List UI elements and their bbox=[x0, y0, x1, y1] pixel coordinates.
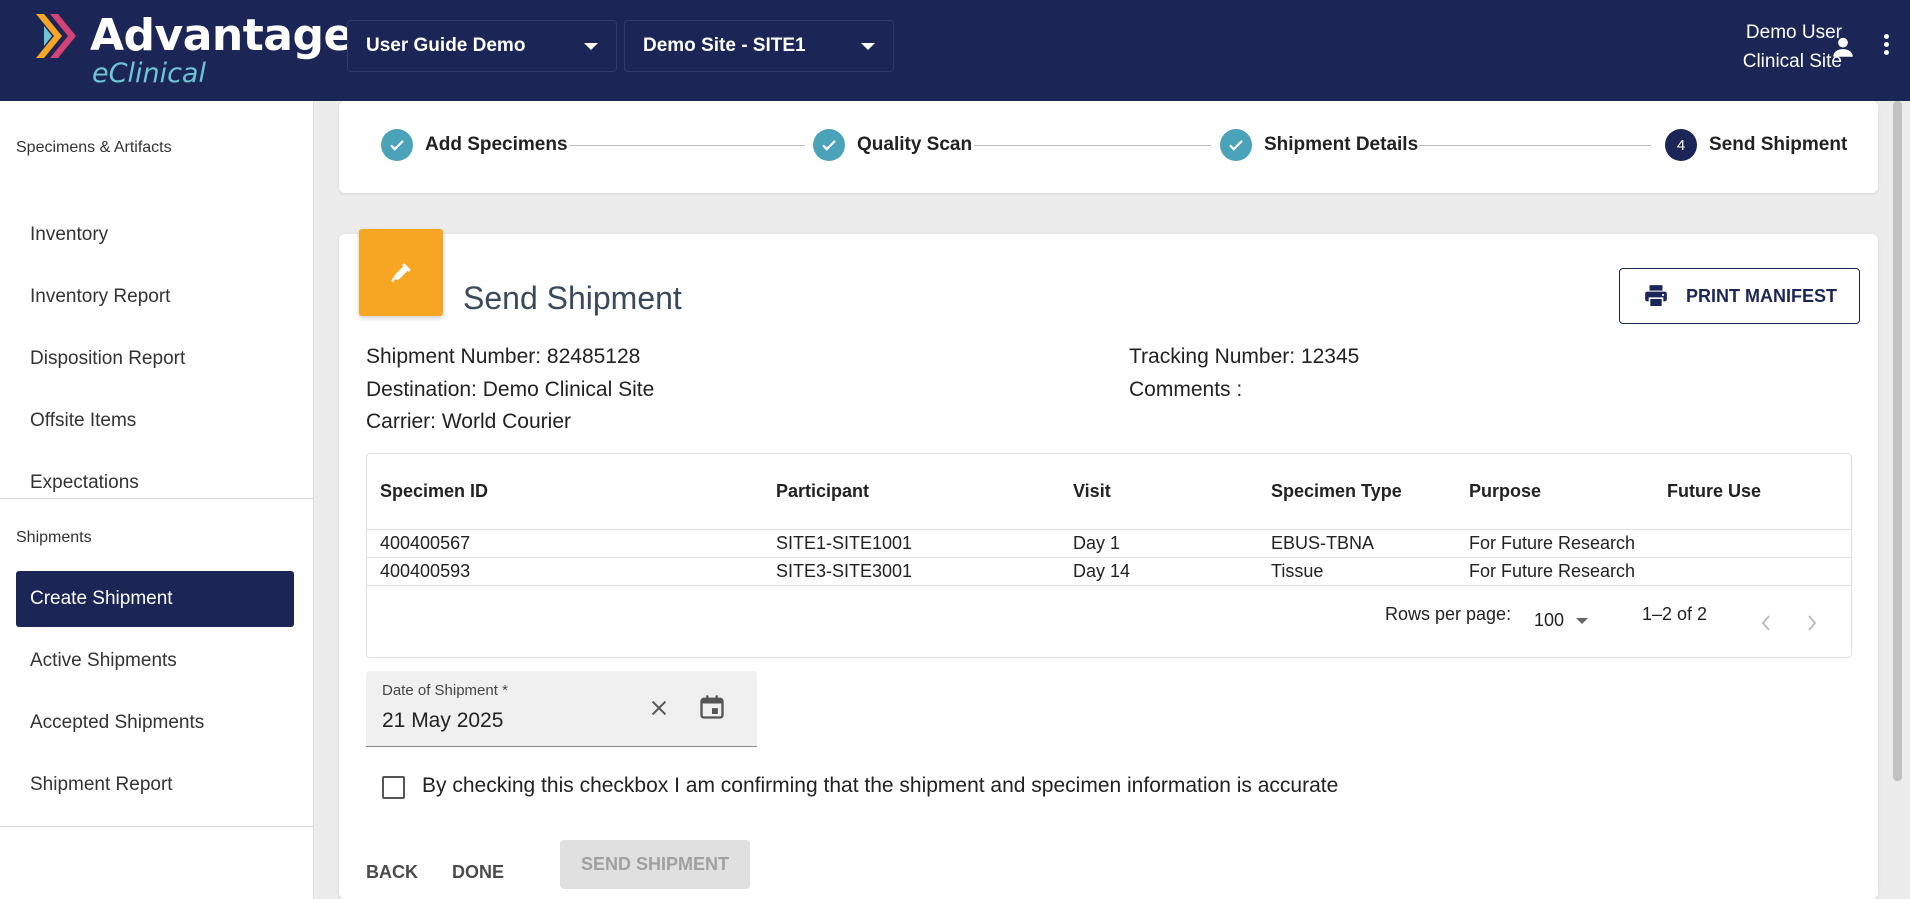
date-field-value: 21 May 2025 bbox=[382, 709, 504, 732]
sidebar-item-shipment-report[interactable]: Shipment Report bbox=[16, 757, 294, 813]
sidebar: Specimens & Artifacts Inventory Inventor… bbox=[0, 101, 314, 899]
close-icon[interactable] bbox=[648, 697, 670, 719]
printer-icon bbox=[1645, 285, 1667, 308]
sidebar-section-shipments: Shipments bbox=[16, 529, 92, 546]
cell-specimen-id: 400400567 bbox=[380, 533, 471, 553]
card-title: Send Shipment bbox=[463, 280, 682, 316]
study-select[interactable]: User Guide Demo bbox=[347, 20, 617, 72]
confirm-checkbox-label[interactable]: By checking this checkbox I am confirmin… bbox=[422, 774, 1338, 798]
cell-visit: Day 14 bbox=[1073, 561, 1131, 581]
step-label: Shipment Details bbox=[1264, 134, 1419, 155]
cell-purpose: For Future Research bbox=[1469, 561, 1636, 581]
check-icon bbox=[813, 129, 845, 161]
print-manifest-label: PRINT MANIFEST bbox=[1686, 285, 1837, 306]
step-connector bbox=[974, 145, 1211, 146]
date-field-label: Date of Shipment * bbox=[382, 682, 508, 699]
tracking-number: Tracking Number: 12345 bbox=[1129, 345, 1360, 368]
user-name: Demo User bbox=[1745, 22, 1842, 43]
sidebar-item-offsite-items[interactable]: Offsite Items bbox=[16, 393, 294, 449]
rows-per-page-select[interactable]: 100 bbox=[1534, 610, 1589, 631]
step-number: 4 bbox=[1665, 129, 1697, 161]
column-header-future-use[interactable]: Future Use bbox=[1667, 481, 1761, 502]
column-header-specimen-type[interactable]: Specimen Type bbox=[1271, 481, 1402, 502]
column-header-participant[interactable]: Participant bbox=[776, 481, 869, 502]
sidebar-item-accepted-shipments[interactable]: Accepted Shipments bbox=[16, 695, 294, 751]
step-quality-scan: Quality Scan bbox=[813, 129, 972, 161]
comments: Comments : bbox=[1129, 378, 1243, 401]
study-select-value: User Guide Demo bbox=[366, 35, 526, 56]
edit-icon bbox=[359, 229, 443, 316]
date-of-shipment-field[interactable]: Date of Shipment * 21 May 2025 bbox=[366, 671, 757, 747]
site-select[interactable]: Demo Site - SITE1 bbox=[624, 20, 894, 72]
back-button[interactable]: BACK bbox=[358, 850, 426, 895]
sidebar-item-expectations[interactable]: Expectations bbox=[16, 455, 294, 511]
sidebar-divider bbox=[0, 498, 313, 499]
rows-per-page-label: Rows per page: bbox=[1385, 604, 1512, 624]
sidebar-section-specimens: Specimens & Artifacts bbox=[16, 139, 172, 156]
sidebar-item-inventory-report[interactable]: Inventory Report bbox=[16, 269, 294, 325]
more-options-icon[interactable] bbox=[1884, 34, 1890, 58]
cell-participant: SITE3-SITE3001 bbox=[776, 561, 913, 581]
account-icon[interactable] bbox=[1830, 34, 1856, 60]
table-header: Specimen ID Participant Visit Specimen T… bbox=[367, 454, 1851, 530]
sidebar-item-inventory[interactable]: Inventory bbox=[16, 207, 294, 263]
chevron-right-icon[interactable] bbox=[1803, 611, 1821, 635]
chevron-left-icon[interactable] bbox=[1757, 611, 1775, 635]
chevron-down-icon bbox=[861, 42, 875, 50]
page-range: 1–2 of 2 bbox=[1642, 604, 1708, 624]
specimen-table: Specimen ID Participant Visit Specimen T… bbox=[366, 453, 1852, 658]
rows-per-page-value: 100 bbox=[1534, 610, 1565, 630]
calendar-icon[interactable] bbox=[698, 693, 726, 721]
cell-specimen-type: EBUS-TBNA bbox=[1271, 533, 1375, 553]
cell-visit: Day 1 bbox=[1073, 533, 1121, 553]
logo-title: Advantage bbox=[90, 10, 353, 61]
user-info: Demo User Clinical Site bbox=[1743, 18, 1842, 76]
carrier: Carrier: World Courier bbox=[366, 410, 571, 433]
column-header-purpose[interactable]: Purpose bbox=[1469, 481, 1541, 502]
user-role: Clinical Site bbox=[1742, 51, 1842, 72]
send-shipment-card: Send Shipment PRINT MANIFEST Shipment Nu… bbox=[339, 229, 1878, 899]
step-connector bbox=[1419, 145, 1651, 146]
stepper: Add Specimens Quality Scan Shipment Deta… bbox=[339, 101, 1878, 193]
done-button[interactable]: DONE bbox=[444, 850, 512, 895]
logo-chevron-icon bbox=[36, 14, 76, 58]
sidebar-item-disposition-report[interactable]: Disposition Report bbox=[16, 331, 294, 387]
cell-specimen-id: 400400593 bbox=[380, 561, 471, 581]
destination: Destination: Demo Clinical Site bbox=[366, 378, 655, 401]
shipment-number: Shipment Number: 82485128 bbox=[366, 345, 641, 368]
cell-specimen-type: Tissue bbox=[1271, 561, 1324, 581]
sidebar-item-create-shipment[interactable]: Create Shipment bbox=[16, 571, 294, 627]
top-header: Advantage eClinical User Guide Demo Demo… bbox=[0, 0, 1910, 101]
table-row[interactable]: 400400567 SITE1-SITE1001 Day 1 EBUS-TBNA… bbox=[367, 530, 1851, 558]
cell-participant: SITE1-SITE1001 bbox=[776, 533, 913, 553]
site-select-value: Demo Site - SITE1 bbox=[643, 35, 806, 56]
step-send-shipment: 4 Send Shipment bbox=[1665, 129, 1847, 161]
check-icon bbox=[381, 129, 413, 161]
step-label: Quality Scan bbox=[857, 134, 973, 155]
check-icon bbox=[1220, 129, 1252, 161]
step-connector bbox=[569, 145, 805, 146]
sidebar-divider bbox=[0, 826, 313, 827]
step-shipment-details: Shipment Details bbox=[1220, 129, 1418, 161]
confirm-checkbox[interactable] bbox=[382, 776, 405, 799]
column-header-visit[interactable]: Visit bbox=[1073, 481, 1111, 502]
logo-subtitle: eClinical bbox=[92, 58, 206, 89]
chevron-down-icon bbox=[584, 42, 598, 50]
step-add-specimens: Add Specimens bbox=[381, 129, 568, 161]
sidebar-item-active-shipments[interactable]: Active Shipments bbox=[16, 633, 294, 689]
column-header-specimen-id[interactable]: Specimen ID bbox=[380, 481, 488, 502]
table-row[interactable]: 400400593 SITE3-SITE3001 Day 14 Tissue F… bbox=[367, 558, 1851, 586]
step-label: Send Shipment bbox=[1709, 134, 1848, 155]
logo[interactable]: Advantage eClinical bbox=[30, 8, 353, 89]
print-manifest-button[interactable]: PRINT MANIFEST bbox=[1619, 268, 1860, 324]
cell-purpose: For Future Research bbox=[1469, 533, 1636, 553]
scrollbar[interactable] bbox=[1893, 101, 1902, 781]
chevron-down-icon bbox=[1576, 617, 1589, 624]
step-label: Add Specimens bbox=[425, 134, 568, 155]
send-shipment-button[interactable]: SEND SHIPMENT bbox=[560, 840, 750, 889]
